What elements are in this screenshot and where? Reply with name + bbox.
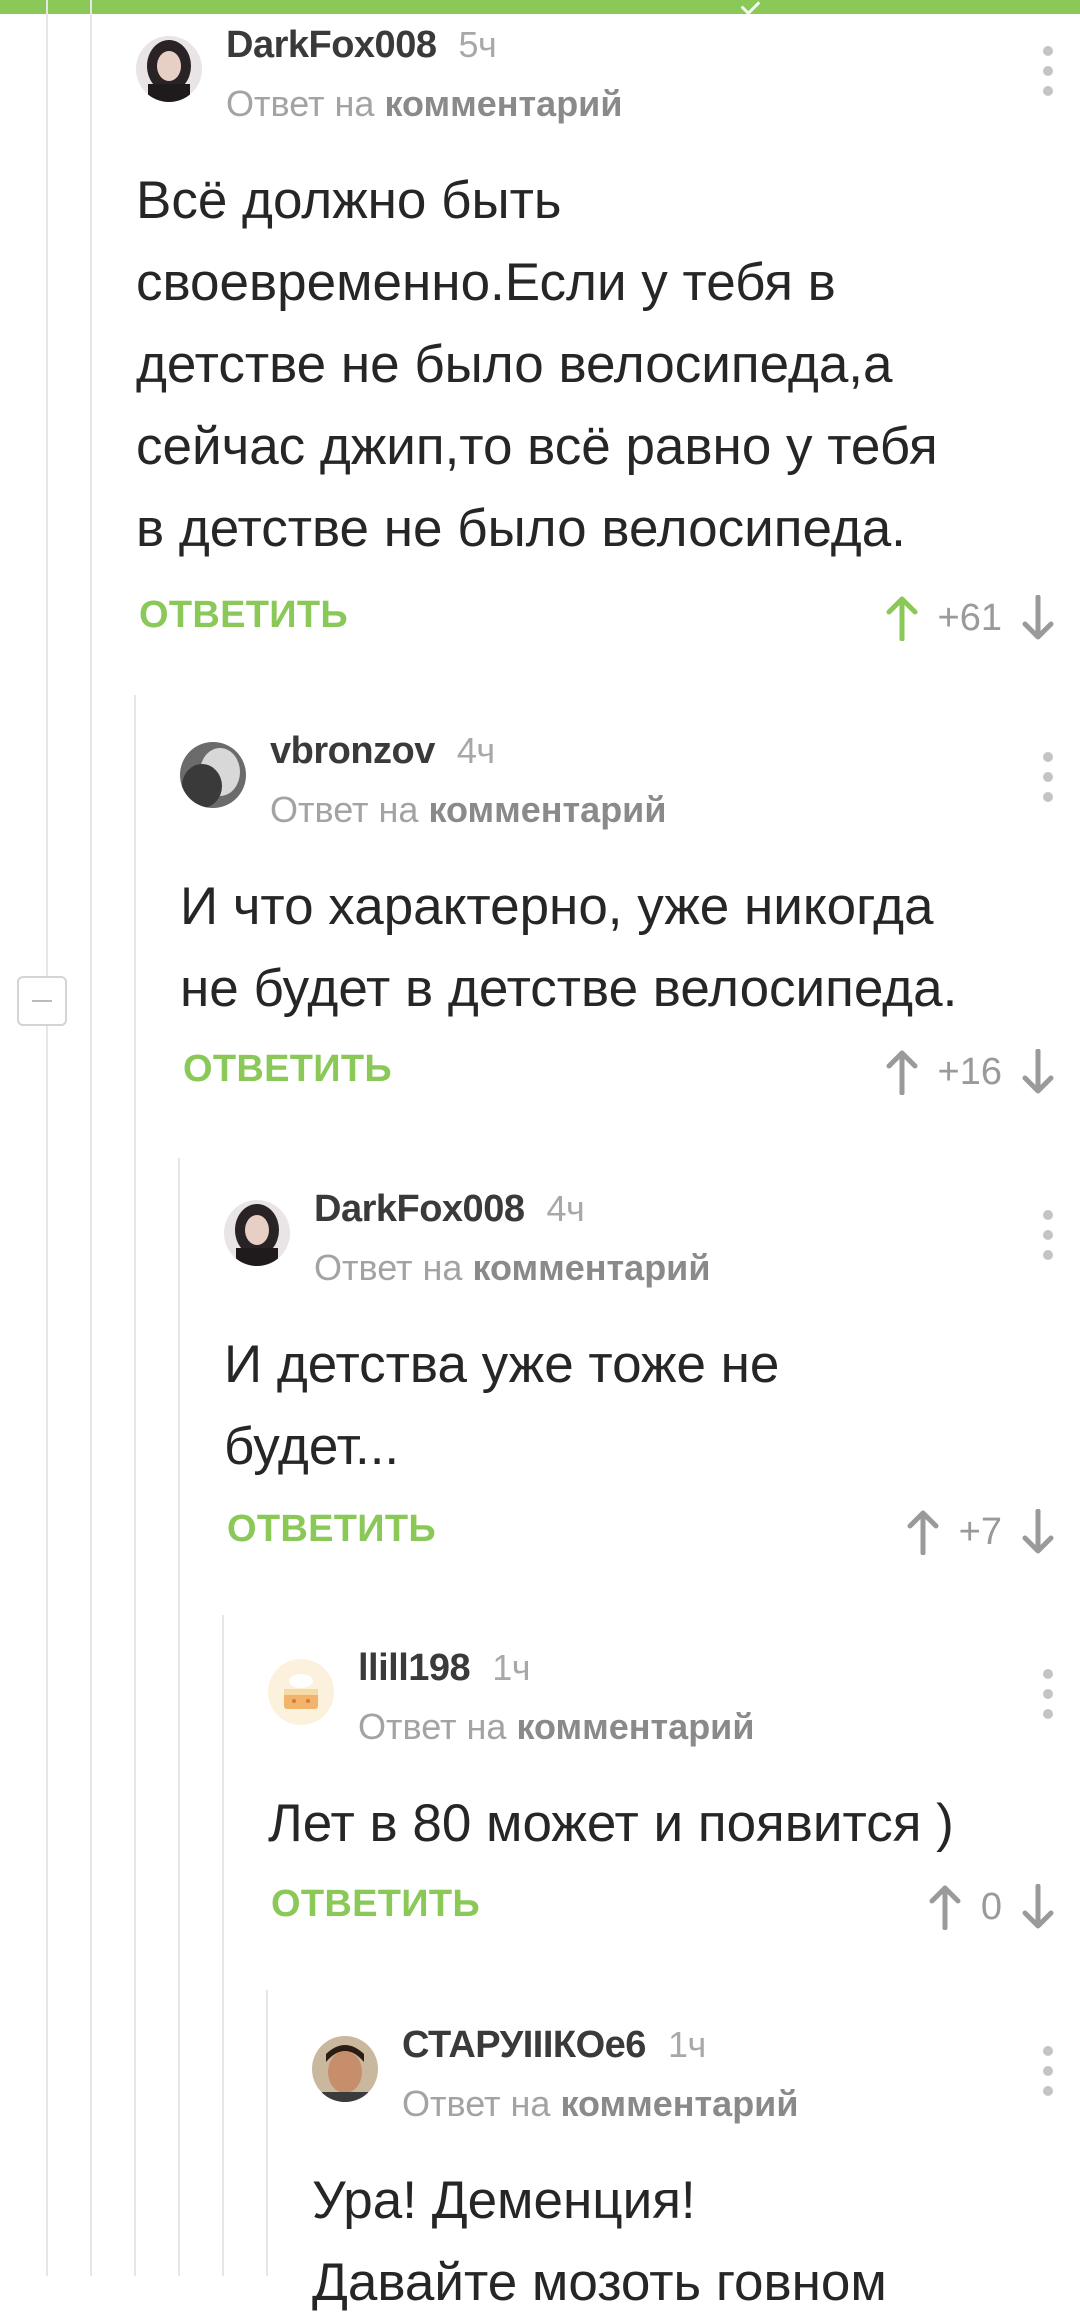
user-avatar-dark-hair[interactable] (136, 36, 202, 102)
collapse-thread-button[interactable] (17, 976, 67, 1026)
reply-button[interactable]: ОТВЕТИТЬ (271, 1883, 480, 1926)
comment-text: Лет в 80 может и появится ) (268, 1794, 954, 1853)
reply-to-link[interactable]: комментарий (560, 2083, 798, 2124)
downvote-arrow-icon[interactable] (1018, 1877, 1058, 1937)
comment-text: Всё должно быть своевременно.Если у тебя… (136, 171, 938, 558)
upvote-arrow-icon[interactable] (882, 588, 922, 648)
more-options-icon[interactable] (1038, 752, 1058, 802)
user-avatar-man[interactable] (312, 2036, 378, 2102)
thread-line (266, 1990, 268, 2276)
comment-author[interactable]: DarkFox008 4ч (314, 1186, 585, 1232)
comment-author[interactable]: DarkFox008 5ч (226, 22, 497, 68)
comment-author[interactable]: llill198 1ч (358, 1645, 530, 1691)
reply-button[interactable]: ОТВЕТИТЬ (227, 1508, 436, 1551)
user-avatar-dark-hair[interactable] (224, 1200, 290, 1266)
comment-time: 4ч (456, 730, 495, 771)
comment-actions: ОТВЕТИТЬ 0 (268, 1877, 1058, 1937)
comment: СТАРУIIIКОе6 1ч Ответ на комментарий Ура!… (312, 2022, 1080, 2312)
vote-score: +61 (937, 596, 1002, 639)
reply-button[interactable]: ОТВЕТИТЬ (139, 594, 348, 637)
minus-icon (32, 1000, 52, 1002)
upvote-arrow-icon[interactable] (882, 1042, 922, 1102)
reply-to-link[interactable]: комментарий (428, 789, 666, 830)
thread-line (222, 1615, 224, 2276)
vote-controls: 0 (925, 1877, 1058, 1937)
comment: DarkFox008 5ч Ответ на комментарий Всё до… (136, 22, 1080, 662)
thread-line (46, 0, 48, 2276)
reply-to-link[interactable]: комментарий (384, 83, 622, 124)
downvote-arrow-icon[interactable] (1018, 588, 1058, 648)
comment-time: 4ч (546, 1188, 585, 1229)
user-avatar-cake[interactable] (268, 1659, 334, 1725)
reply-button[interactable]: ОТВЕТИТЬ (183, 1048, 392, 1091)
user-avatar-grey[interactable] (180, 742, 246, 808)
reply-to-label: Ответ на комментарий (358, 1706, 755, 1747)
comment-time: 1ч (492, 1647, 530, 1688)
more-options-icon[interactable] (1038, 46, 1058, 96)
comment: llill198 1ч Ответ на комментарий Лет в 80… (268, 1645, 1080, 1965)
comment-actions: ОТВЕТИТЬ +16 (180, 1042, 1058, 1102)
chevron-down-icon[interactable] (740, 0, 761, 16)
downvote-arrow-icon[interactable] (1018, 1502, 1058, 1562)
more-options-icon[interactable] (1038, 2046, 1058, 2096)
vote-score: 0 (980, 1885, 1002, 1928)
reply-to-label: Ответ на комментарий (270, 789, 667, 830)
comment-author[interactable]: vbronzov 4ч (270, 728, 495, 774)
reply-to-link[interactable]: комментарий (472, 1247, 710, 1288)
more-options-icon[interactable] (1038, 1669, 1058, 1719)
downvote-arrow-icon[interactable] (1018, 1042, 1058, 1102)
comment-author[interactable]: СТАРУIIIКОе6 1ч (402, 2022, 706, 2068)
reply-to-label: Ответ на комментарий (226, 83, 623, 124)
comment-actions: ОТВЕТИТЬ +7 (224, 1502, 1058, 1562)
comment-text: И детства уже тоже не будет... (224, 1335, 780, 1476)
reply-to-link[interactable]: комментарий (516, 1706, 754, 1747)
comment-text: И что характерно, уже никогда не будет в… (180, 877, 958, 1018)
thread-line (178, 1158, 180, 2276)
comment-time: 5ч (458, 24, 497, 65)
vote-controls: +61 (882, 588, 1058, 648)
vote-controls: +7 (903, 1502, 1058, 1562)
reply-to-label: Ответ на комментарий (402, 2083, 799, 2124)
comment-actions: ОТВЕТИТЬ +61 (136, 588, 1058, 648)
comment-time: 1ч (667, 2024, 706, 2065)
reply-to-label: Ответ на комментарий (314, 1247, 711, 1288)
vote-score: +7 (958, 1510, 1002, 1553)
vote-controls: +16 (882, 1042, 1058, 1102)
top-accent-bar (0, 0, 1080, 16)
thread-line (90, 0, 92, 2276)
upvote-arrow-icon[interactable] (903, 1502, 943, 1562)
comment: DarkFox008 4ч Ответ на комментарий И детс… (224, 1186, 1080, 1586)
more-options-icon[interactable] (1038, 1210, 1058, 1260)
upvote-arrow-icon[interactable] (925, 1877, 965, 1937)
comment-text: Ура! Деменция! Давайте мозоть говном (312, 2171, 887, 2312)
thread-line (134, 695, 136, 2276)
comment: vbronzov 4ч Ответ на комментарий И что ха… (180, 728, 1080, 1128)
vote-score: +16 (937, 1050, 1002, 1093)
